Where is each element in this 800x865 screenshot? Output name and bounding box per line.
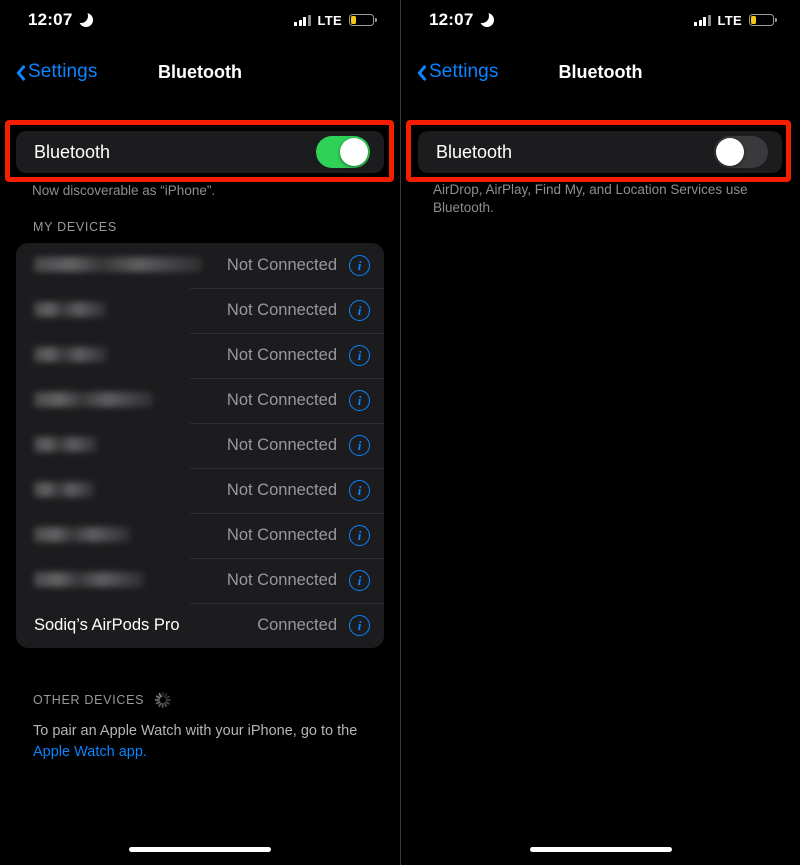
bluetooth-switch-off[interactable] — [714, 136, 768, 168]
other-devices-section-header: OTHER DEVICES — [33, 691, 171, 708]
comparison-screenshot: 12:07 LTE Settings Bluetooth Bluetooth N… — [0, 0, 800, 865]
device-connection-status: Not Connected — [226, 481, 337, 499]
pairing-note-text: To pair an Apple Watch with your iPhone,… — [33, 723, 358, 739]
status-bar-right: LTE — [694, 12, 778, 28]
home-indicator[interactable] — [529, 847, 672, 852]
crescent-moon-icon — [74, 9, 94, 27]
bluetooth-toggle-row[interactable]: Bluetooth — [418, 131, 782, 173]
device-name — [34, 392, 227, 409]
cellular-bars-icon — [694, 14, 711, 26]
device-row[interactable]: Not Connected i — [16, 558, 384, 603]
phone-screen-bluetooth-off: 12:07 LTE Settings Bluetooth Bluetooth — [400, 0, 800, 865]
my-devices-list: Not Connected i Not Connected i Not Connecte… — [16, 243, 384, 648]
info-circle-icon[interactable]: i — [349, 300, 370, 321]
switch-knob — [716, 138, 744, 166]
bluetooth-switch-on[interactable] — [316, 136, 370, 168]
bluetooth-toggle-label: Bluetooth — [34, 141, 111, 162]
device-row[interactable]: Sodiq’s AirPods Pro Connected i — [16, 603, 384, 648]
device-name — [34, 347, 227, 364]
device-name — [34, 527, 227, 544]
device-connection-status: Not Connected — [226, 256, 337, 274]
device-row[interactable]: Not Connected i — [16, 513, 384, 558]
crescent-moon-icon — [475, 9, 495, 27]
battery-low-power-icon — [349, 14, 378, 26]
page-title: Bluetooth — [158, 61, 242, 82]
device-name — [34, 572, 227, 589]
other-devices-label: OTHER DEVICES — [33, 692, 145, 707]
device-name: Sodiq’s AirPods Pro — [34, 616, 180, 634]
navigation-bar: Settings Bluetooth — [401, 52, 800, 92]
device-connection-status: Not Connected — [226, 436, 337, 454]
status-bar-time: 12:07 — [28, 10, 73, 29]
device-connection-status: Not Connected — [226, 571, 337, 589]
activity-spinner-icon — [154, 691, 171, 708]
info-circle-icon[interactable]: i — [349, 480, 370, 501]
apple-watch-app-link[interactable]: Apple Watch app. — [33, 744, 147, 760]
device-connection-status: Connected — [257, 616, 337, 634]
device-name — [34, 302, 227, 319]
apple-watch-pairing-note: To pair an Apple Watch with your iPhone,… — [33, 721, 373, 763]
switch-knob — [340, 138, 368, 166]
home-indicator[interactable] — [129, 847, 271, 852]
info-circle-icon[interactable]: i — [349, 435, 370, 456]
status-bar-left: 12:07 — [429, 9, 495, 30]
status-bar-right: LTE — [294, 12, 378, 28]
status-bar: 12:07 LTE — [0, 0, 400, 40]
my-devices-section-header: MY DEVICES — [33, 220, 117, 234]
device-name — [34, 482, 227, 499]
device-name — [34, 437, 227, 454]
status-bar-left: 12:07 — [28, 9, 94, 30]
device-row[interactable]: Not Connected i — [16, 378, 384, 423]
cellular-bars-icon — [294, 14, 311, 26]
network-type-label: LTE — [717, 12, 742, 28]
bluetooth-toggle-label: Bluetooth — [436, 141, 513, 162]
info-circle-icon[interactable]: i — [349, 255, 370, 276]
bluetooth-toggle-row[interactable]: Bluetooth — [16, 131, 384, 173]
device-connection-status: Not Connected — [226, 346, 337, 364]
status-bar: 12:07 LTE — [401, 0, 800, 40]
info-circle-icon[interactable]: i — [349, 570, 370, 591]
device-connection-status: Not Connected — [226, 391, 337, 409]
network-type-label: LTE — [317, 12, 342, 28]
phone-screen-bluetooth-on: 12:07 LTE Settings Bluetooth Bluetooth N… — [0, 0, 400, 865]
device-row[interactable]: Not Connected i — [16, 423, 384, 468]
device-row[interactable]: Not Connected i — [16, 333, 384, 378]
status-bar-time: 12:07 — [429, 10, 474, 29]
info-circle-icon[interactable]: i — [349, 390, 370, 411]
device-row[interactable]: Not Connected i — [16, 468, 384, 513]
battery-low-power-icon — [749, 14, 778, 26]
info-circle-icon[interactable]: i — [349, 525, 370, 546]
device-connection-status: Not Connected — [226, 526, 337, 544]
device-connection-status: Not Connected — [226, 301, 337, 319]
page-title: Bluetooth — [558, 61, 643, 82]
info-circle-icon[interactable]: i — [349, 615, 370, 636]
info-circle-icon[interactable]: i — [349, 345, 370, 366]
bluetooth-off-footnote: AirDrop, AirPlay, Find My, and Location … — [433, 182, 748, 215]
device-name — [34, 257, 227, 274]
device-row[interactable]: Not Connected i — [16, 288, 384, 333]
bluetooth-footnote: Now discoverable as “iPhone”. — [32, 183, 216, 198]
navigation-bar: Settings Bluetooth — [0, 52, 400, 92]
device-row[interactable]: Not Connected i — [16, 243, 384, 288]
